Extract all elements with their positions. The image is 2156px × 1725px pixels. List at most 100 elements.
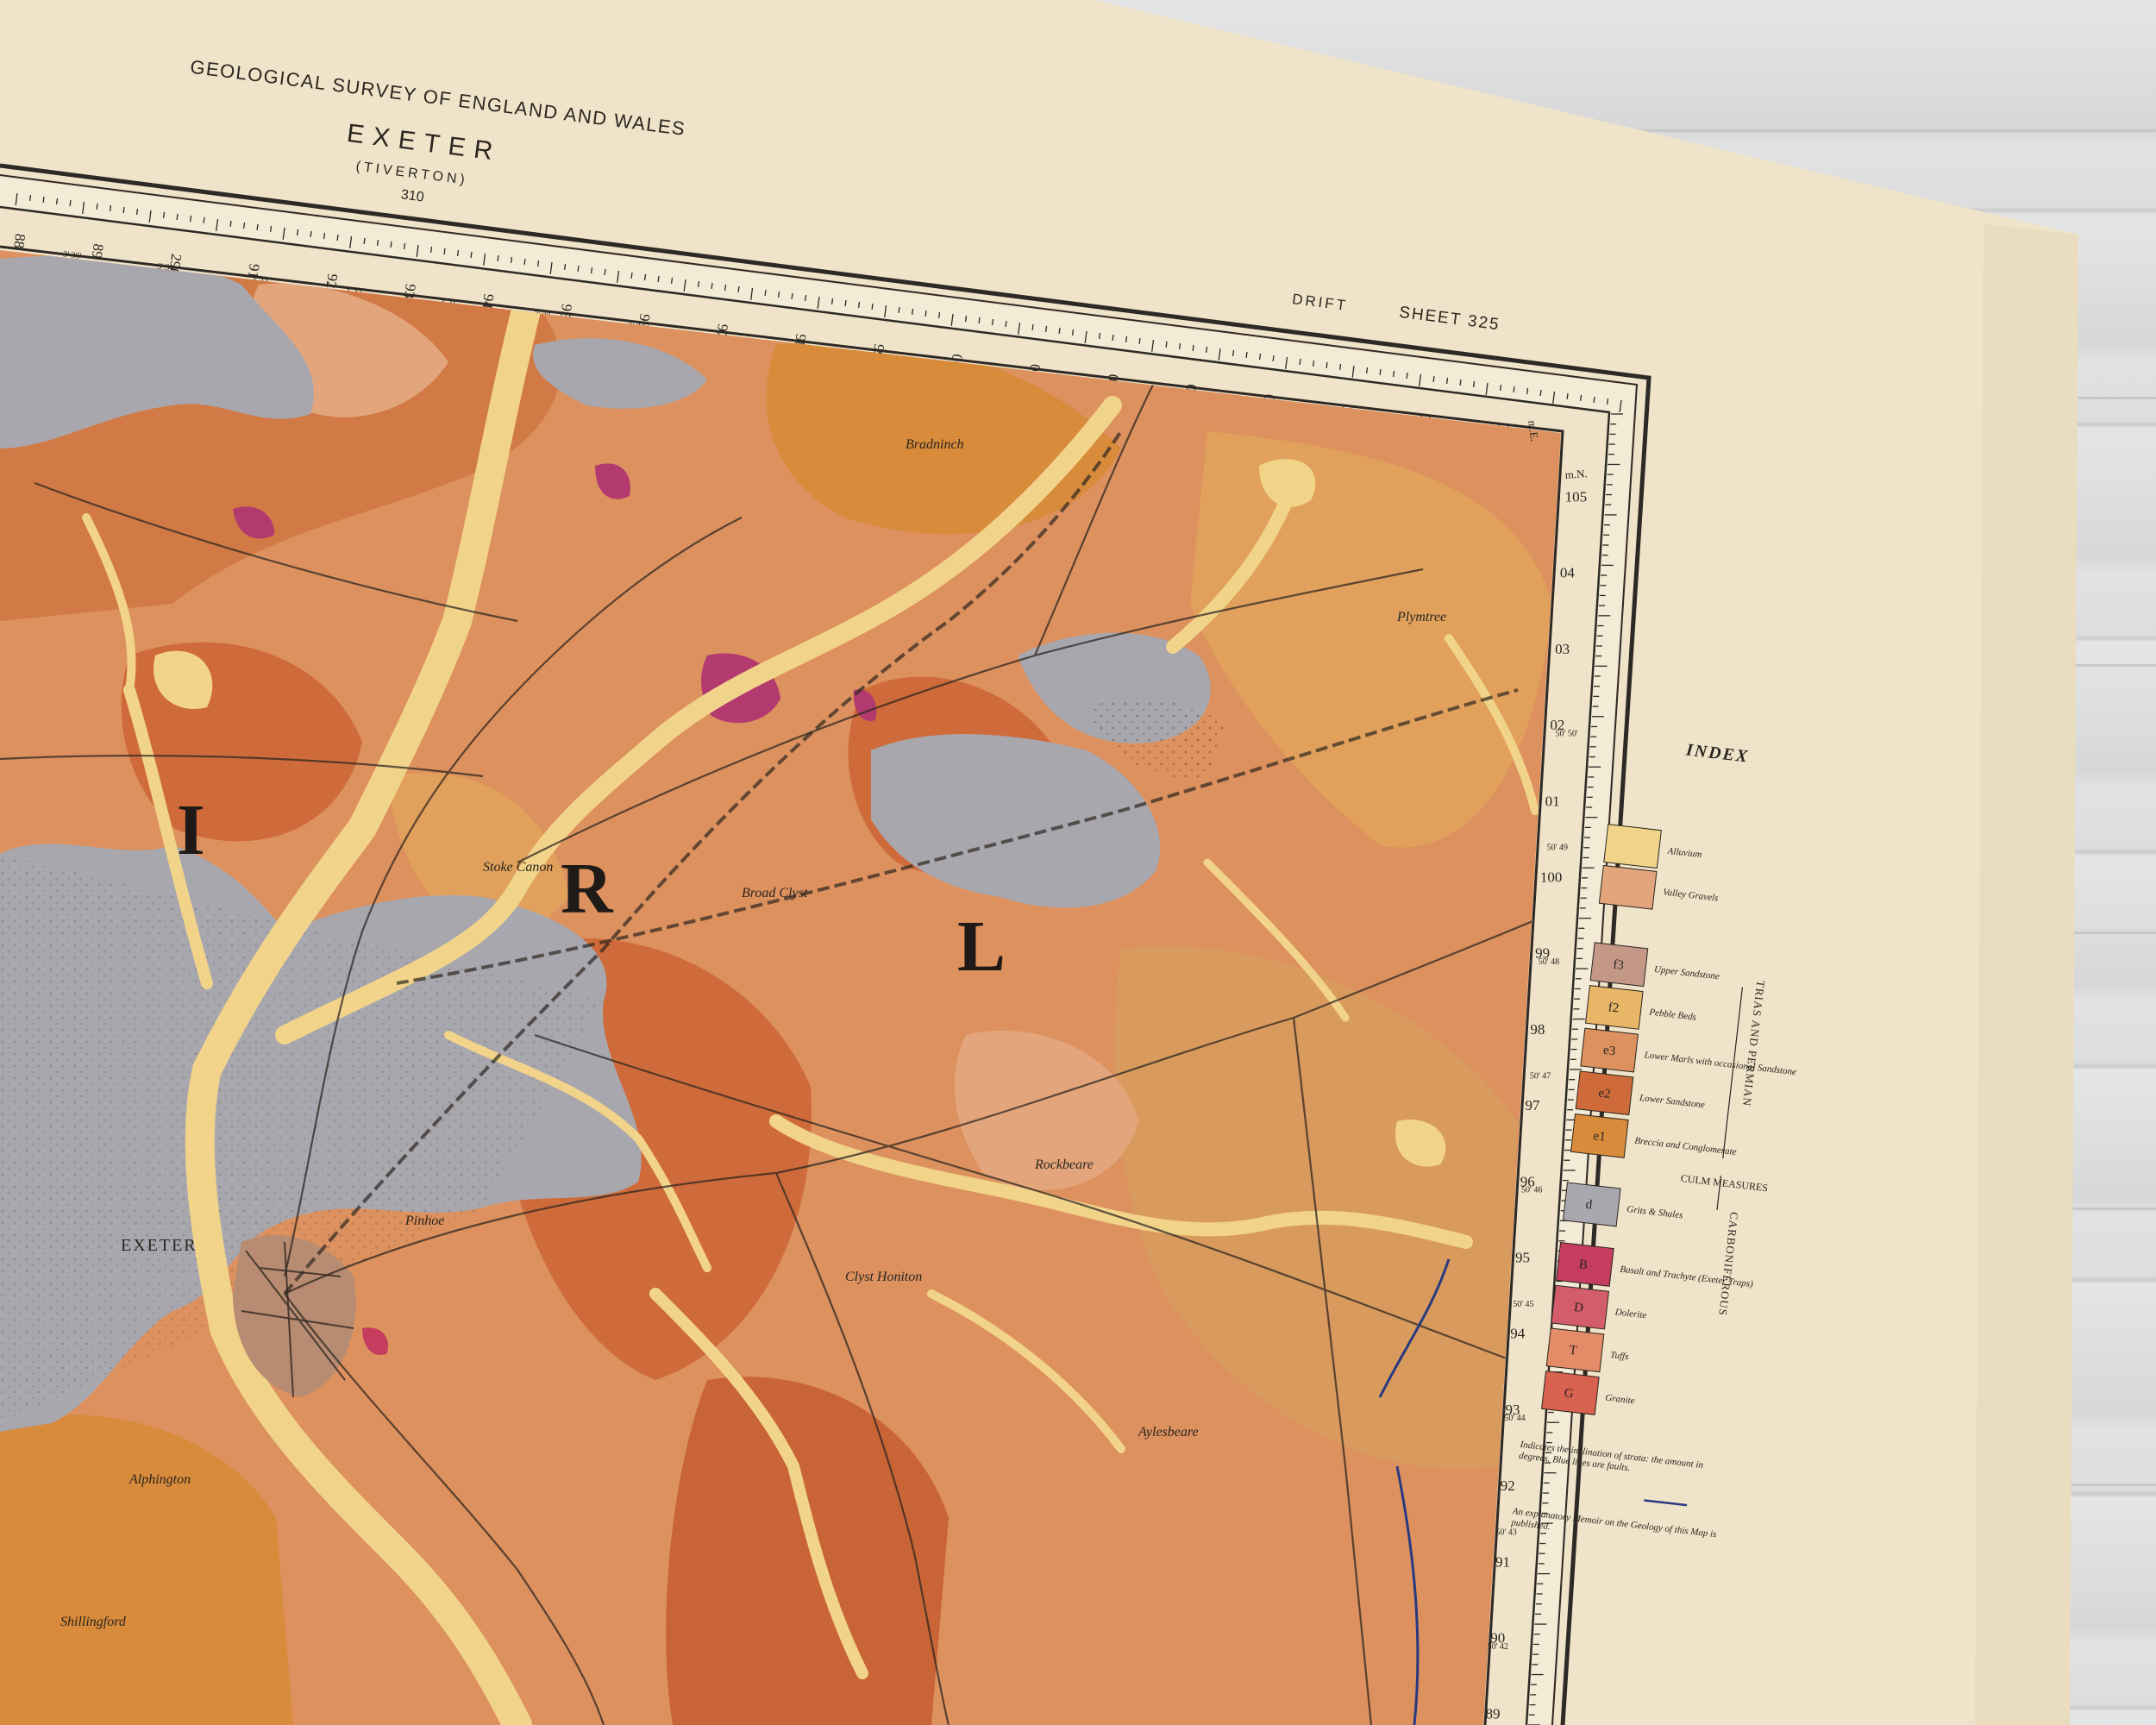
- right-minute-label: 50' 46: [1521, 1186, 1542, 1195]
- scale-tick: [1165, 341, 1168, 348]
- scale-tick: [176, 213, 179, 221]
- scale-tick: [1459, 379, 1462, 386]
- scale-tick: [804, 294, 807, 302]
- scale-tick: [510, 256, 513, 264]
- scale-tick: [924, 310, 927, 317]
- scale-tick: [1178, 342, 1181, 350]
- scale-tick: [830, 298, 834, 305]
- place-rockbeare: Rockbeare: [1034, 1157, 1094, 1172]
- scale-tick: [857, 301, 861, 309]
- scale-tick: [777, 291, 780, 298]
- scale-tick: [1445, 377, 1449, 385]
- legend-swatch: [1598, 864, 1658, 910]
- right-grid-number: 91: [1495, 1553, 1510, 1570]
- place-plymtree: Plymtree: [1396, 610, 1446, 624]
- formation-letter-r: R: [561, 849, 614, 929]
- scale-tick: [764, 289, 767, 297]
- scale-tick: [1245, 351, 1248, 359]
- scale-tick: [630, 272, 633, 279]
- paper-shade: [1975, 224, 2078, 1725]
- place-broadclyst: Broad Clyst: [742, 886, 808, 900]
- scale-tick: [670, 277, 674, 285]
- corner-label-mn: m.N.: [1564, 467, 1588, 481]
- scale-tick: [1566, 392, 1569, 400]
- scale-tick: [1272, 354, 1275, 362]
- scale-tick: [162, 211, 166, 219]
- scale-tick: [1192, 344, 1194, 352]
- scale-tick: [871, 303, 874, 310]
- right-grid-number: 95: [1515, 1249, 1530, 1265]
- scale-tick: [1432, 375, 1435, 383]
- scale-tick: [390, 241, 392, 248]
- scale-tick: [1593, 396, 1595, 404]
- scale-tick: [1232, 349, 1235, 357]
- scale-tick: [1071, 329, 1075, 336]
- place-exeter: EXETER: [121, 1236, 197, 1255]
- legend-key: G: [1564, 1386, 1575, 1401]
- scale-tick: [791, 292, 793, 300]
- scale-tick: [737, 285, 740, 293]
- right-minute-label: 50' 47: [1530, 1071, 1551, 1081]
- scale-tick: [1392, 370, 1395, 378]
- scale-tick: [657, 275, 660, 283]
- legend-key: e3: [1602, 1044, 1616, 1059]
- scale-tick: [429, 246, 433, 254]
- scale-tick: [643, 273, 647, 281]
- scale-tick: [1312, 360, 1315, 367]
- scale-tick: [1112, 334, 1114, 342]
- scale-tick: [1125, 336, 1128, 343]
- scale-tick: [470, 251, 473, 259]
- formation-letter-i: I: [177, 790, 205, 870]
- place-bradninch: Bradninch: [906, 437, 964, 452]
- right-grid-number: 03: [1555, 641, 1570, 657]
- scale-tick: [1379, 368, 1382, 376]
- legend-label: Tuffs: [1609, 1350, 1629, 1362]
- top-grid-number: 89: [89, 242, 107, 259]
- scale-tick: [724, 284, 727, 292]
- scale-tick: [1326, 361, 1328, 369]
- scale-tick: [1338, 363, 1342, 371]
- scale-tick: [937, 311, 941, 319]
- scale-tick: [135, 208, 139, 216]
- scale-tick: [1205, 346, 1208, 354]
- legend-key: e1: [1593, 1129, 1607, 1145]
- right-grid-number: 92: [1501, 1477, 1515, 1494]
- scale-tick: [456, 249, 460, 257]
- formation-letter-l: L: [957, 906, 1006, 987]
- scale-tick: [563, 263, 567, 271]
- right-minute-label: 50' 49: [1547, 844, 1568, 853]
- place-stoke-canon: Stoke Canon: [483, 860, 553, 875]
- scale-tick: [28, 194, 32, 202]
- legend-key: e2: [1598, 1086, 1612, 1101]
- scale-tick: [1058, 327, 1061, 335]
- right-grid-number: 100: [1540, 869, 1563, 885]
- scale-tick: [978, 317, 981, 324]
- scale-tick: [1138, 337, 1141, 345]
- scale-tick: [711, 282, 713, 290]
- scale-tick: [376, 239, 379, 247]
- scale-tick: [911, 308, 914, 316]
- scale-tick: [1579, 394, 1583, 402]
- top-grid-number: 92: [323, 273, 341, 289]
- scale-tick: [523, 258, 526, 266]
- legend-key: B: [1578, 1258, 1589, 1272]
- scale-tick: [69, 199, 72, 207]
- right-minute-label: 50' 44: [1504, 1414, 1525, 1423]
- scale-tick: [310, 230, 312, 238]
- right-grid-number: 97: [1526, 1097, 1541, 1113]
- scale-tick: [844, 299, 847, 307]
- right-minute-label: 50' 42: [1488, 1642, 1508, 1652]
- scale-tick: [1539, 389, 1542, 397]
- sheet-old-number: 310: [400, 187, 425, 204]
- right-grid-number: 01: [1545, 793, 1560, 809]
- scale-tick: [1472, 380, 1476, 388]
- place-aylesbeare: Aylesbeare: [1138, 1425, 1199, 1440]
- legend-key: f3: [1612, 957, 1624, 972]
- scale-tick: [443, 248, 446, 255]
- scale-tick: [1365, 367, 1369, 374]
- place-shillingford: Shillingford: [60, 1615, 127, 1629]
- right-grid-number: 94: [1510, 1326, 1526, 1342]
- scale-tick: [577, 265, 580, 273]
- top-grid-number: 93: [401, 283, 419, 299]
- right-minute-label: 50' 50': [1556, 729, 1578, 738]
